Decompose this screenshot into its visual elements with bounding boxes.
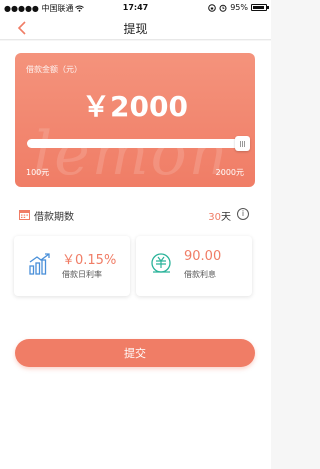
loan-term-unit: 天 bbox=[221, 212, 231, 223]
alarm-icon bbox=[219, 4, 227, 12]
loan-amount-card: lemon 借款金额（元） ￥2000 100元 2000元 bbox=[15, 53, 255, 187]
battery-icon bbox=[251, 4, 269, 11]
loan-term-label: 借款期数 bbox=[34, 212, 74, 223]
daily-rate-value: ￥0.15% bbox=[62, 253, 117, 268]
loan-amount-value: ￥2000 bbox=[82, 90, 188, 123]
daily-rate-box: ￥0.15% 借款日利率 bbox=[14, 236, 130, 296]
submit-button[interactable]: 提交 bbox=[15, 339, 255, 367]
loan-term-number: 30 bbox=[208, 212, 221, 223]
status-bar: ●●●●● 中国联通 17:47 95% bbox=[0, 0, 271, 16]
page-title: 提现 bbox=[123, 22, 148, 36]
brand-watermark: lemon bbox=[33, 119, 230, 187]
amount-slider-handle[interactable] bbox=[235, 136, 250, 151]
nav-bar: 提现 bbox=[0, 16, 271, 40]
lock-rotation-icon bbox=[208, 3, 217, 12]
slider-max-label: 2000元 bbox=[215, 168, 244, 177]
calendar-icon bbox=[19, 210, 30, 220]
bar-chart-icon bbox=[29, 253, 50, 275]
info-icon[interactable]: i bbox=[237, 208, 249, 220]
daily-rate-label: 借款日利率 bbox=[62, 270, 102, 279]
loan-term-row: 借款期数 30天 i bbox=[15, 206, 255, 224]
interest-label: 借款利息 bbox=[184, 270, 216, 279]
slider-min-label: 100元 bbox=[26, 168, 50, 177]
battery-percent: 95% bbox=[230, 3, 248, 12]
interest-value: 90.00 bbox=[184, 249, 222, 264]
coin-clock-icon bbox=[151, 253, 171, 273]
interest-box: 90.00 借款利息 bbox=[136, 236, 252, 296]
status-right: 95% bbox=[208, 3, 269, 12]
loan-term-value[interactable]: 30天 bbox=[208, 208, 231, 223]
amount-slider-track[interactable] bbox=[27, 139, 239, 148]
loan-amount-label: 借款金额（元） bbox=[26, 65, 82, 74]
